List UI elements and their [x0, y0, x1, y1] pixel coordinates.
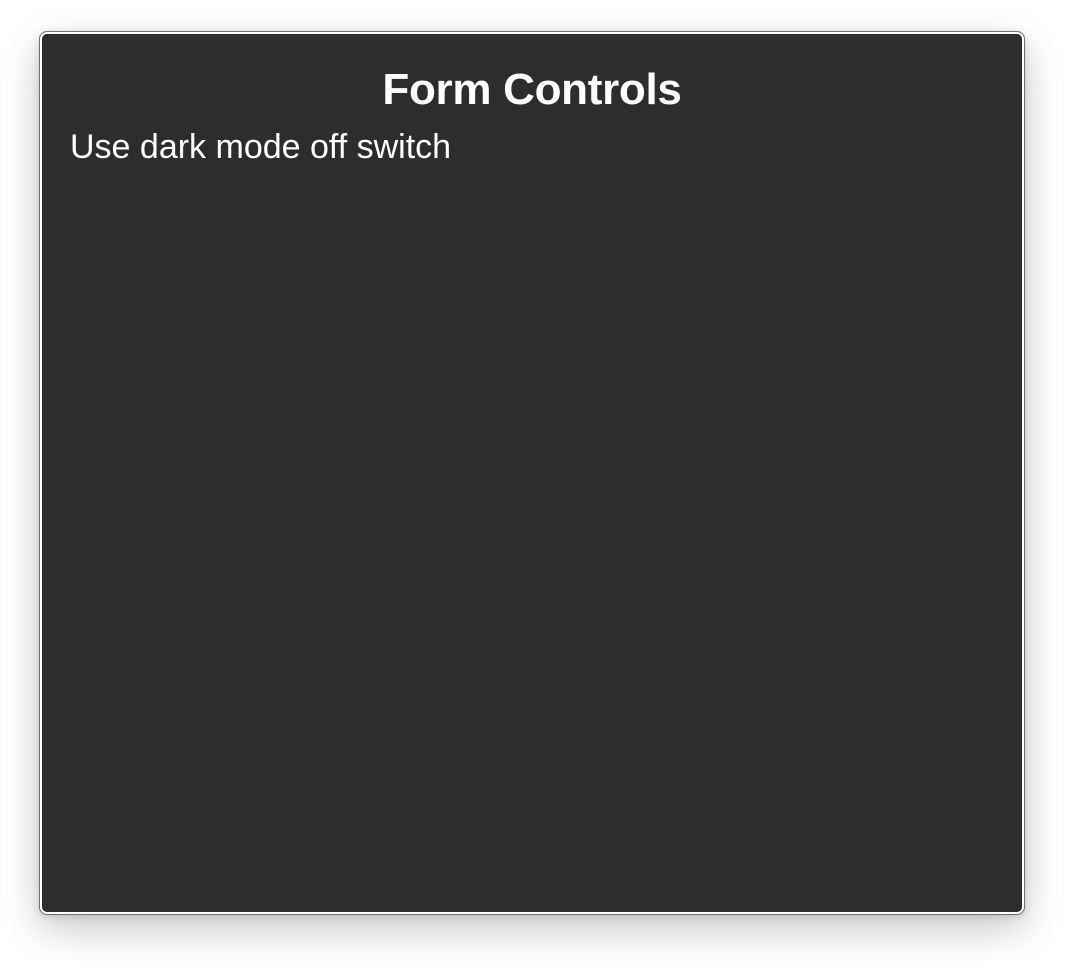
- content-panel: Form Controls Use dark mode off switch: [42, 34, 1022, 912]
- dark-mode-switch-label[interactable]: Use dark mode off switch: [70, 127, 451, 167]
- page-title: Form Controls: [382, 65, 682, 114]
- screen: Form Controls Use dark mode off switch: [0, 0, 1066, 964]
- app-window: Form Controls Use dark mode off switch: [39, 31, 1025, 915]
